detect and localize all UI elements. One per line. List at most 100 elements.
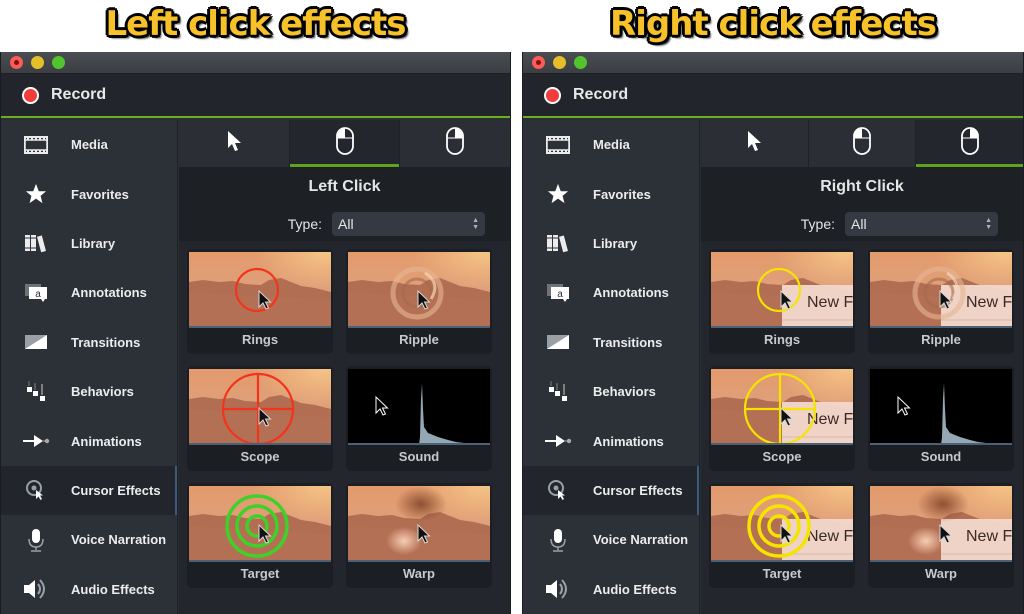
effect-card-rings[interactable]: New F Rings	[709, 249, 855, 354]
tab-cursor[interactable]	[701, 120, 809, 167]
app-window: Record Media Favorites Library a Annotati…	[0, 52, 511, 614]
type-select-value: All	[851, 216, 867, 232]
effect-card-label: Scope	[240, 449, 280, 464]
svg-text:a: a	[557, 289, 563, 300]
effect-card-ripple[interactable]: Ripple	[346, 249, 492, 354]
sidebar-item-media[interactable]: Media	[1, 120, 177, 169]
arrow-dot-icon	[523, 434, 593, 448]
sidebar-item-audio-effects[interactable]: Audio Effects	[1, 565, 177, 614]
sidebar-item-behaviors[interactable]: Behaviors	[523, 367, 699, 416]
sidebar-item-label: Media	[593, 137, 630, 153]
minimize-window-button[interactable]	[31, 56, 44, 69]
record-button[interactable]: Record	[22, 86, 106, 104]
tab-cursor[interactable]	[179, 120, 290, 167]
right-click-panel: Right click effects Record Media Favorit…	[522, 0, 1024, 614]
type-label: Type:	[287, 216, 322, 232]
sidebar-item-animations[interactable]: Animations	[1, 416, 177, 465]
effect-card-scope[interactable]: Scope	[187, 366, 333, 471]
tab-left-click[interactable]	[809, 120, 917, 167]
effect-card-sound[interactable]: Sound	[868, 366, 1014, 471]
books-icon	[523, 233, 593, 253]
effect-card-warp[interactable]: New F Warp	[868, 483, 1014, 588]
close-window-button[interactable]	[532, 56, 545, 69]
sidebar: Media Favorites Library a Annotations Tra…	[523, 120, 700, 614]
sidebar-item-library[interactable]: Library	[1, 219, 177, 268]
effect-card-label: Ripple	[399, 332, 439, 347]
effect-thumbnail: New F	[870, 252, 1012, 328]
effects-grid: New F Rings New F Ripple New F Scope Sou…	[707, 249, 1017, 588]
callout-icon: a	[523, 283, 593, 303]
star-icon	[1, 183, 71, 205]
mouse-right-icon	[445, 126, 465, 161]
sidebar-item-label: Cursor Effects	[593, 482, 683, 498]
maximize-window-button[interactable]	[52, 56, 65, 69]
panel-caption: Right click effects	[610, 4, 937, 44]
sidebar-item-annotations[interactable]: a Annotations	[523, 268, 699, 317]
panel-caption: Left click effects	[105, 4, 406, 44]
context-menu-text: New F	[807, 294, 853, 311]
effect-card-target[interactable]: Target	[187, 483, 333, 588]
sidebar-item-label: Transitions	[71, 334, 141, 350]
sidebar: Media Favorites Library a Annotations Tra…	[1, 120, 178, 614]
record-button[interactable]: Record	[544, 86, 628, 104]
tab-left-click[interactable]	[289, 120, 401, 167]
sidebar-item-label: Library	[593, 235, 638, 251]
sidebar-item-annotations[interactable]: a Annotations	[1, 268, 177, 317]
maximize-window-button[interactable]	[574, 56, 587, 69]
updown-arrows-icon: ▲ ▼	[472, 217, 479, 231]
tab-right-click[interactable]	[916, 120, 1024, 167]
scope-effect	[743, 372, 817, 443]
context-menu-text: New F	[966, 528, 1012, 545]
arrow-dot-icon	[1, 434, 71, 448]
sidebar-item-label: Annotations	[71, 285, 147, 301]
sidebar-item-audio-effects[interactable]: Audio Effects	[523, 565, 699, 614]
effect-card-target[interactable]: New F Target	[709, 483, 855, 588]
sidebar-item-favorites[interactable]: Favorites	[523, 169, 699, 218]
transition-icon	[523, 334, 593, 350]
behaviors-icon	[1, 380, 71, 403]
sidebar-item-label: Animations	[71, 433, 142, 449]
effect-thumbnail	[189, 369, 331, 445]
effect-card-ripple[interactable]: New F Ripple	[868, 249, 1014, 354]
sidebar-item-behaviors[interactable]: Behaviors	[1, 367, 177, 416]
record-icon	[22, 86, 39, 104]
title-bar	[523, 52, 1023, 74]
sidebar-item-media[interactable]: Media	[523, 120, 699, 169]
type-select[interactable]: All ▲ ▼	[845, 212, 998, 236]
minimize-window-button[interactable]	[553, 56, 566, 69]
effect-card-sound[interactable]: Sound	[346, 366, 492, 471]
left-click-panel: Left click effects Record Media Favorite…	[0, 0, 511, 614]
effect-card-warp[interactable]: Warp	[346, 483, 492, 588]
sidebar-item-library[interactable]: Library	[523, 219, 699, 268]
mouse-left-icon	[335, 126, 355, 161]
sidebar-item-voice-narration[interactable]: Voice Narration	[1, 515, 177, 564]
sidebar-item-favorites[interactable]: Favorites	[1, 169, 177, 218]
title-bar	[1, 52, 510, 74]
effect-card-scope[interactable]: New F Scope	[709, 366, 855, 471]
close-window-button[interactable]	[10, 56, 23, 69]
sidebar-item-label: Behaviors	[593, 384, 656, 400]
callout-icon: a	[1, 283, 71, 303]
section-title: Right Click	[701, 167, 1023, 207]
tab-right-click[interactable]	[400, 120, 510, 167]
sidebar-item-cursor-effects[interactable]: Cursor Effects	[523, 465, 699, 516]
scope-effect	[221, 372, 295, 443]
effect-card-rings[interactable]: Rings	[187, 249, 333, 354]
sidebar-item-animations[interactable]: Animations	[523, 416, 699, 465]
sidebar-item-label: Media	[71, 137, 108, 153]
sidebar-item-cursor-effects[interactable]: Cursor Effects	[1, 465, 177, 516]
effect-card-label: Sound	[398, 449, 440, 464]
warp-effect	[395, 486, 447, 522]
app-window: Record Media Favorites Library a Annotati…	[522, 52, 1024, 614]
sidebar-item-voice-narration[interactable]: Voice Narration	[523, 515, 699, 564]
section-title: Left Click	[179, 167, 510, 207]
cursor-target-icon	[523, 479, 593, 501]
microphone-icon	[523, 528, 593, 552]
sidebar-item-label: Favorites	[71, 186, 129, 202]
type-label: Type:	[800, 216, 835, 232]
effect-card-label: Target	[762, 566, 802, 581]
sidebar-item-transitions[interactable]: Transitions	[523, 318, 699, 367]
sidebar-item-transitions[interactable]: Transitions	[1, 318, 177, 367]
type-select[interactable]: All ▲ ▼	[332, 212, 485, 236]
effect-card-label: Ripple	[921, 332, 961, 347]
